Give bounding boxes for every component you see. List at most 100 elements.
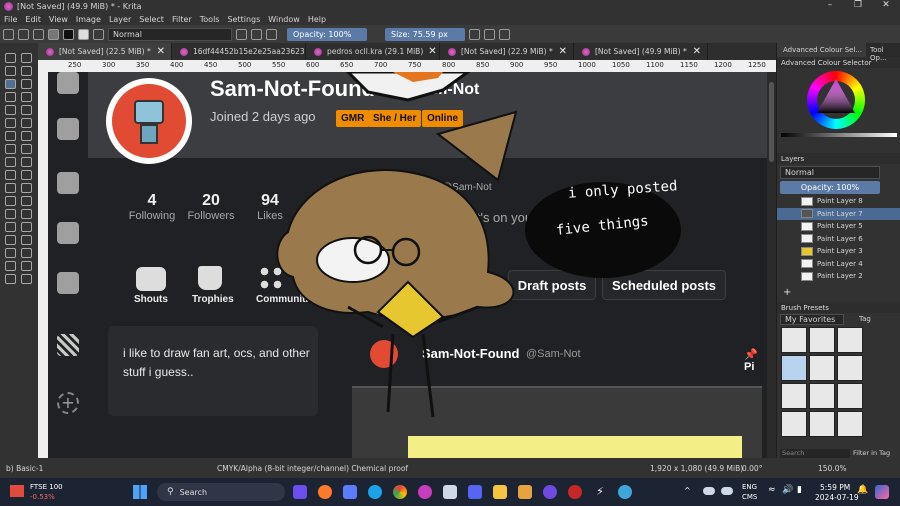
reference-tool-icon[interactable] [5,209,16,219]
clock-date[interactable]: 2024-07-19 [815,493,859,502]
clock-time[interactable]: 5:59 PM [820,483,850,492]
bezier-select-tool-icon[interactable] [5,261,16,271]
menu-layer[interactable]: Layer [109,15,131,24]
contiguous-select-tool-icon[interactable] [5,248,16,258]
transform-tool-icon[interactable] [5,157,16,167]
fill-tool-icon[interactable] [5,183,16,193]
perspective-grid-tool-icon[interactable] [21,209,32,219]
pan-tool-icon[interactable] [21,274,32,284]
crop-tool-icon[interactable] [5,144,16,154]
pattern-icon[interactable] [63,28,74,40]
polygon-tool-icon[interactable] [5,105,16,115]
menu-settings[interactable]: Settings [227,15,260,24]
warp-tool-icon[interactable] [21,157,32,167]
text-tool-icon[interactable] [21,53,32,63]
show-hidden-icons[interactable]: ^ [684,486,691,495]
freehand-brush-tool-icon[interactable] [5,79,16,89]
dynamic-brush-tool-icon[interactable] [5,131,16,141]
layer-row[interactable]: Paint Layer 4 [777,258,900,271]
mirror-vertical-icon[interactable] [484,28,495,40]
firefox-icon[interactable] [318,485,332,499]
brush-preset[interactable] [809,327,835,353]
document-tab[interactable]: pedros ocll.kra (29.1 MiB) ✕ [306,43,440,60]
close-window-button[interactable]: ✕ [872,0,900,10]
close-tab-icon[interactable]: ✕ [693,46,701,57]
add-layer-icon[interactable]: + [783,287,791,298]
size-slider[interactable]: Size: 75.59 px [385,27,465,41]
line-tool-icon[interactable] [21,79,32,89]
smart-patch-tool-icon[interactable] [21,183,32,193]
close-tab-icon[interactable]: ✕ [157,46,165,57]
krita-taskbar-icon[interactable] [418,485,432,499]
battery-icon[interactable]: ▮ [797,485,802,495]
brush-preset[interactable] [809,411,835,437]
polyline-tool-icon[interactable] [21,105,32,115]
rectangle-tool-icon[interactable] [5,92,16,102]
layer-blend-mode[interactable]: Normal [780,166,880,179]
rotation-value[interactable]: 0.00° [742,464,762,473]
bezier-tool-icon[interactable] [5,118,16,128]
menu-file[interactable]: File [4,15,17,24]
magnetic-select-tool-icon[interactable] [21,261,32,271]
cloud-icon[interactable] [721,487,733,495]
freehand-path-tool-icon[interactable] [21,118,32,128]
filter-in-tag-checkbox[interactable]: Filter in Tag [853,449,890,457]
menu-filter[interactable]: Filter [172,15,192,24]
windows-start-icon[interactable] [133,485,147,499]
mirror-horizontal-icon[interactable] [469,28,480,40]
tag-button[interactable]: Tag [859,315,871,323]
measure-tool-icon[interactable] [21,196,32,206]
blend-mode-select[interactable]: Normal [108,27,232,41]
edge-icon[interactable] [368,485,382,499]
menu-help[interactable]: Help [308,15,326,24]
colour-wheel[interactable] [807,71,865,129]
brush-preset[interactable] [837,355,863,381]
layer-row[interactable]: Paint Layer 2 [777,270,900,283]
document-tab[interactable]: 16df44452b15e2e25aa2362389633018.jpg (9.… [172,43,306,60]
value-slider[interactable] [781,133,897,137]
layer-row[interactable]: Paint Layer 6 [777,233,900,246]
eraser-icon[interactable] [236,28,247,40]
new-document-icon[interactable] [3,28,14,40]
tab-advanced-colour[interactable]: Advanced Colour Sel... [777,43,866,57]
color-swatch-icon[interactable] [78,28,89,40]
file-explorer-icon[interactable] [493,485,507,499]
app-icon[interactable] [443,485,457,499]
close-tab-icon[interactable]: ✕ [559,46,567,57]
layer-row[interactable]: Paint Layer 5 [777,220,900,233]
zoom-level[interactable]: 150.0% [818,464,847,473]
document-tab[interactable]: [Not Saved] (22.9 MiB) * ✕ [440,43,574,60]
menu-image[interactable]: Image [76,15,101,24]
discord-icon[interactable] [468,485,482,499]
rect-select-tool-icon[interactable] [5,222,16,232]
app-icon[interactable] [543,485,557,499]
gradient-tool-icon[interactable] [5,170,16,180]
brush-preset[interactable] [837,383,863,409]
zoom-tool-icon[interactable] [5,274,16,284]
edit-shapes-tool-icon[interactable] [5,66,16,76]
ellipse-select-tool-icon[interactable] [21,222,32,232]
multibrush-tool-icon[interactable] [21,131,32,141]
canvas[interactable]: + Sam-Not-Found @Sam-Not Joined 2 days a… [48,72,767,458]
color-picker-tool-icon[interactable] [21,170,32,180]
input-method[interactable]: CMS [742,493,757,501]
alpha-lock-icon[interactable] [251,28,262,40]
tab-tool-options[interactable]: Tool Op... [866,43,900,62]
wifi-icon[interactable]: ≈ [768,485,776,495]
close-tab-icon[interactable]: ✕ [428,46,436,57]
menu-select[interactable]: Select [139,15,164,24]
document-tab[interactable]: [Not Saved] (22.5 MiB) * ✕ [38,43,172,60]
minimize-button[interactable]: – [816,0,844,10]
media-icon[interactable] [518,485,532,499]
layer-row[interactable]: Paint Layer 8 [777,195,900,208]
teams-icon[interactable] [293,485,307,499]
brush-preset[interactable] [809,355,835,381]
gradient-icon[interactable] [48,28,59,40]
select-shapes-tool-icon[interactable] [5,53,16,63]
opacity-slider[interactable]: Opacity: 100% [287,27,367,41]
canvas-scrollbar[interactable] [767,72,776,458]
ellipse-tool-icon[interactable] [21,92,32,102]
brush-preset[interactable] [809,383,835,409]
open-document-icon[interactable] [18,28,29,40]
brush-preset[interactable] [781,411,807,437]
